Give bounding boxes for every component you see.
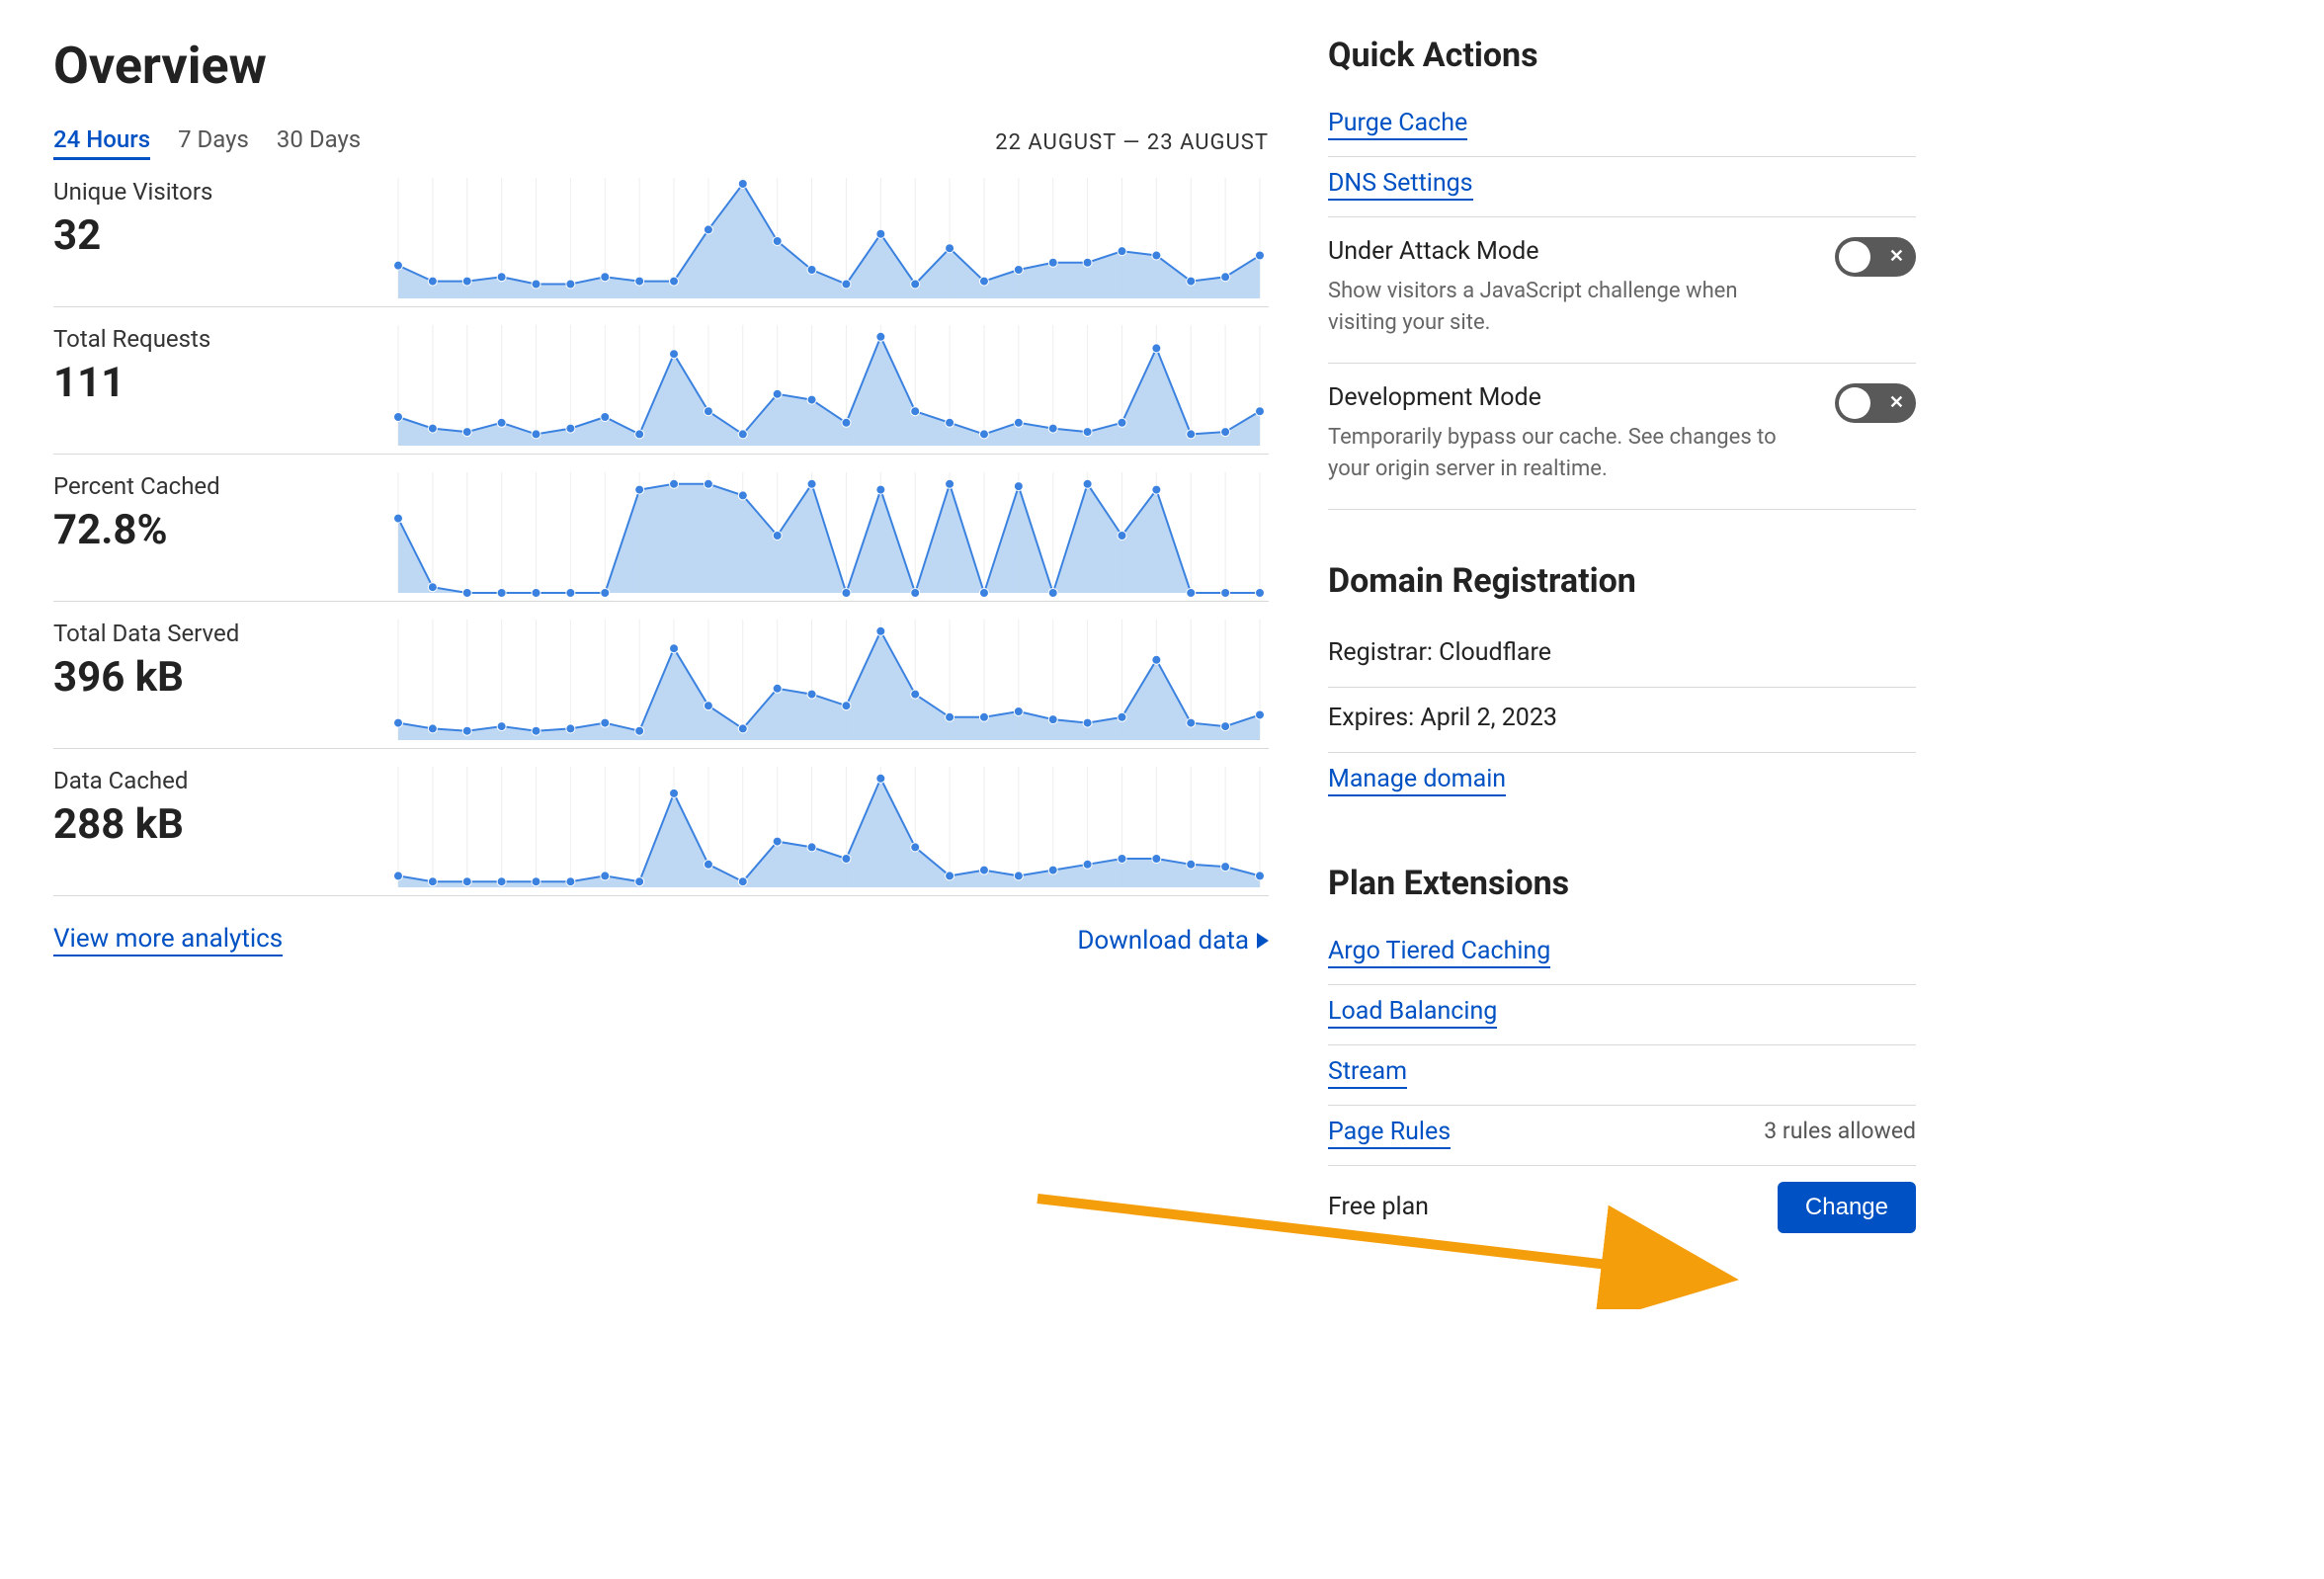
page-title: Overview (53, 36, 1269, 96)
metric-label: Percent Cached (53, 472, 370, 500)
date-range: 22 AUGUST — 23 AUGUST (995, 130, 1269, 155)
domain-registration-heading: Domain Registration (1328, 561, 1916, 601)
page-rules-link[interactable]: Page Rules (1328, 1118, 1451, 1149)
sparkline-chart (389, 620, 1269, 748)
metric-row: Total Requests 111 (53, 307, 1269, 455)
page-rules-note: 3 rules allowed (1764, 1118, 1916, 1144)
metric-row: Unique Visitors 32 (53, 160, 1269, 307)
view-more-analytics-link[interactable]: View more analytics (53, 924, 283, 956)
under-attack-desc: Show visitors a JavaScript challenge whe… (1328, 276, 1805, 339)
development-mode-desc: Temporarily bypass our cache. See change… (1328, 422, 1805, 485)
expires-row: Expires: April 2, 2023 (1328, 688, 1916, 753)
sparkline-chart (389, 767, 1269, 895)
metric-label: Unique Visitors (53, 178, 370, 206)
registrar-row: Registrar: Cloudflare (1328, 623, 1916, 688)
metric-label: Total Data Served (53, 620, 370, 647)
quick-actions-section: Quick Actions Purge Cache DNS Settings U… (1328, 36, 1916, 510)
close-icon: ✕ (1889, 248, 1904, 266)
metric-value: 111 (53, 359, 370, 407)
caret-right-icon (1257, 933, 1269, 949)
metric-value: 396 kB (53, 653, 370, 702)
metric-row: Percent Cached 72.8% (53, 455, 1269, 602)
stream-link[interactable]: Stream (1328, 1057, 1407, 1089)
close-icon: ✕ (1889, 394, 1904, 412)
metric-row: Data Cached 288 kB (53, 749, 1269, 896)
metric-label: Data Cached (53, 767, 370, 794)
argo-tiered-caching-link[interactable]: Argo Tiered Caching (1328, 937, 1550, 968)
plan-extensions-section: Plan Extensions Argo Tiered Caching Load… (1328, 864, 1916, 1253)
manage-domain-link[interactable]: Manage domain (1328, 765, 1506, 796)
purge-cache-link[interactable]: Purge Cache (1328, 109, 1467, 140)
load-balancing-link[interactable]: Load Balancing (1328, 997, 1497, 1029)
development-mode-title: Development Mode (1328, 383, 1805, 412)
under-attack-title: Under Attack Mode (1328, 237, 1805, 266)
dns-settings-link[interactable]: DNS Settings (1328, 169, 1473, 201)
plan-extensions-heading: Plan Extensions (1328, 864, 1916, 903)
time-range-tabs: 24 Hours 7 Days 30 Days (53, 125, 361, 160)
sparkline-chart (389, 325, 1269, 454)
metric-value: 72.8% (53, 506, 370, 554)
metric-value: 32 (53, 211, 370, 260)
plan-label: Free plan (1328, 1193, 1429, 1221)
metric-label: Total Requests (53, 325, 370, 353)
sparkline-chart (389, 472, 1269, 601)
metric-value: 288 kB (53, 800, 370, 849)
download-data-link[interactable]: Download data (1077, 924, 1269, 956)
tab-30-days[interactable]: 30 Days (277, 125, 361, 160)
tab-24-hours[interactable]: 24 Hours (53, 125, 150, 160)
download-data-label: Download data (1077, 926, 1249, 956)
metric-row: Total Data Served 396 kB (53, 602, 1269, 749)
under-attack-toggle[interactable]: ✕ (1835, 237, 1916, 277)
change-plan-button[interactable]: Change (1778, 1182, 1916, 1233)
development-mode-toggle[interactable]: ✕ (1835, 383, 1916, 423)
quick-actions-heading: Quick Actions (1328, 36, 1916, 75)
tab-7-days[interactable]: 7 Days (178, 125, 249, 160)
sparkline-chart (389, 178, 1269, 306)
domain-registration-section: Domain Registration Registrar: Cloudflar… (1328, 561, 1916, 812)
